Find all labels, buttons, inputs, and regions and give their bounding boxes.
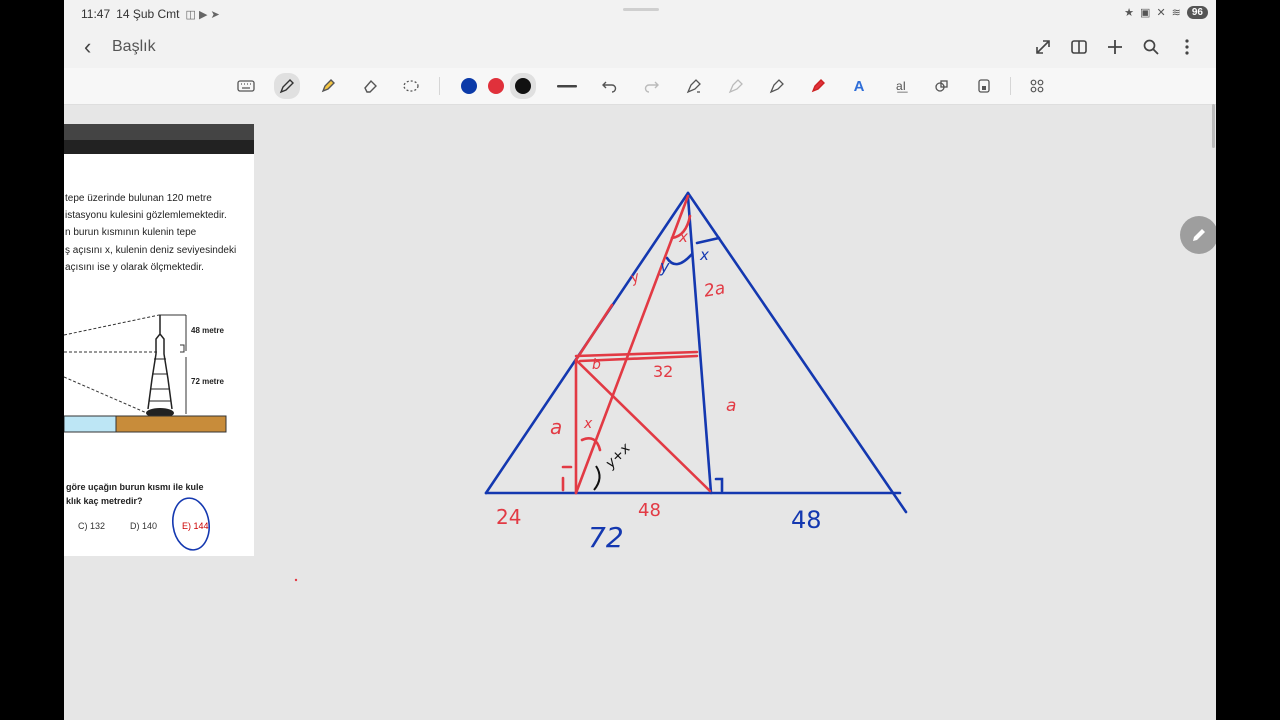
ink-label-32: 32 (653, 362, 674, 381)
ink-label-x-lower: x (584, 416, 593, 432)
status-bar: 11:47 14 Şub Cmt ◫ ▶ ➤ ★ ▣ ✕ ≋ 96 (64, 0, 1216, 28)
stroke-width-icon[interactable] (556, 75, 578, 97)
toolbar-divider (439, 77, 440, 95)
mute-icon: ✕ (1156, 7, 1166, 19)
app-screen: 11:47 14 Şub Cmt ◫ ▶ ➤ ★ ▣ ✕ ≋ 96 ‹ Başl… (64, 0, 1216, 720)
shape-arrow-icon[interactable] (766, 75, 788, 97)
blue-tick (695, 236, 721, 245)
red-extension (574, 303, 614, 362)
page-title[interactable]: Başlık (112, 38, 156, 56)
stickers-icon[interactable] (931, 75, 953, 97)
status-left: 11:47 14 Şub Cmt ◫ ▶ ➤ (81, 7, 220, 21)
keyboard-icon[interactable] (235, 75, 257, 97)
red-right-angle-mark (561, 465, 573, 492)
ink-label-24: 24 (496, 505, 522, 529)
text-style-icon[interactable]: A (848, 75, 870, 97)
lasso-icon[interactable] (400, 75, 422, 97)
drawing-toolbar: A a͟I (64, 68, 1216, 105)
ink-label-x-blue: x (700, 246, 709, 264)
title-actions (1032, 36, 1198, 58)
ink-label-48-blue: 48 (791, 506, 822, 534)
back-button[interactable]: ‹ (84, 36, 91, 58)
shape-fill-icon[interactable] (725, 75, 747, 97)
color-red-swatch[interactable] (488, 78, 504, 94)
status-right: ★ ▣ ✕ ≋ 96 (1124, 6, 1208, 19)
star-icon: ★ (1124, 7, 1135, 19)
red-long-line (574, 194, 690, 495)
color-blue-swatch[interactable] (461, 78, 477, 94)
status-time: 11:47 (81, 7, 111, 21)
undo-icon[interactable] (598, 75, 620, 97)
red-dot-mark (294, 578, 298, 582)
status-date: 14 Şub Cmt (116, 7, 180, 21)
highlighter-icon[interactable] (317, 75, 339, 97)
cast-icon: ▣ (1140, 7, 1151, 19)
ink-label-b: b (592, 357, 601, 373)
blue-right-side (686, 191, 908, 514)
page-view-icon[interactable] (1068, 36, 1090, 58)
toolbar-divider (1010, 77, 1011, 95)
black-angle-arc (593, 465, 601, 491)
shape-pen-icon[interactable] (683, 75, 705, 97)
red-horizontal-1 (574, 350, 699, 358)
eraser-icon[interactable] (359, 75, 381, 97)
redo-icon[interactable] (641, 75, 663, 97)
wifi-icon: ≋ (1171, 7, 1181, 19)
vertical-scrollbar[interactable] (1212, 104, 1215, 148)
laser-pen-icon[interactable] (807, 75, 829, 97)
blue-right-angle-mark (714, 477, 724, 493)
battery-indicator: 96 (1186, 6, 1208, 19)
text-box-icon[interactable]: a͟I (890, 75, 912, 97)
ink-label-2a-red: 2a (702, 278, 727, 302)
red-diagonal (574, 358, 712, 493)
pencil-icon (1193, 229, 1205, 241)
ink-label-a-right: a (726, 396, 737, 416)
more-tools-icon[interactable] (1026, 75, 1048, 97)
lock-icon[interactable] (973, 75, 995, 97)
ink-label-x-top: x (679, 228, 688, 246)
edit-fab-button[interactable] (1180, 216, 1216, 254)
ink-label-72: 72 (588, 521, 624, 554)
pen-icon[interactable] (274, 73, 300, 99)
title-bar: ‹ Başlık (64, 28, 1216, 68)
color-black-swatch[interactable] (510, 73, 536, 99)
ink-label-48-red: 48 (638, 500, 661, 521)
add-icon[interactable] (1104, 36, 1126, 58)
ink-label-y-blue: y (660, 257, 670, 276)
blue-angle-y-arc (665, 252, 694, 266)
ink-drawing-canvas[interactable] (64, 104, 1216, 720)
drag-handle[interactable] (623, 8, 659, 11)
more-options-icon[interactable] (1176, 36, 1198, 58)
search-icon[interactable] (1140, 36, 1162, 58)
fullscreen-icon[interactable] (1032, 36, 1054, 58)
notification-icons: ◫ ▶ ➤ (185, 8, 220, 21)
ink-label-a-red: a (550, 415, 563, 439)
